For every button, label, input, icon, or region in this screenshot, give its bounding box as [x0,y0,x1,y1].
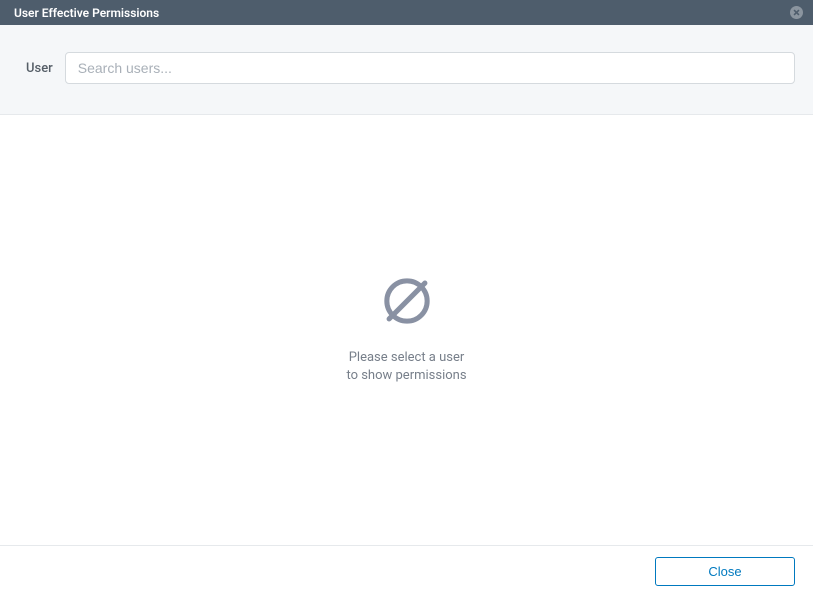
content-area: Please select a user to show permissions [0,115,813,545]
close-icon[interactable] [790,6,803,19]
empty-message-line1: Please select a user [346,349,466,367]
empty-message-line2: to show permissions [346,367,466,385]
empty-message: Please select a user to show permissions [346,349,466,385]
search-panel: User [0,25,813,115]
dialog-title: User Effective Permissions [14,6,159,20]
dialog-footer: Close [0,545,813,597]
user-label: User [18,61,53,76]
empty-icon [379,273,435,329]
search-input[interactable] [65,52,795,84]
dialog-header: User Effective Permissions [0,0,813,25]
close-button[interactable]: Close [655,557,795,586]
